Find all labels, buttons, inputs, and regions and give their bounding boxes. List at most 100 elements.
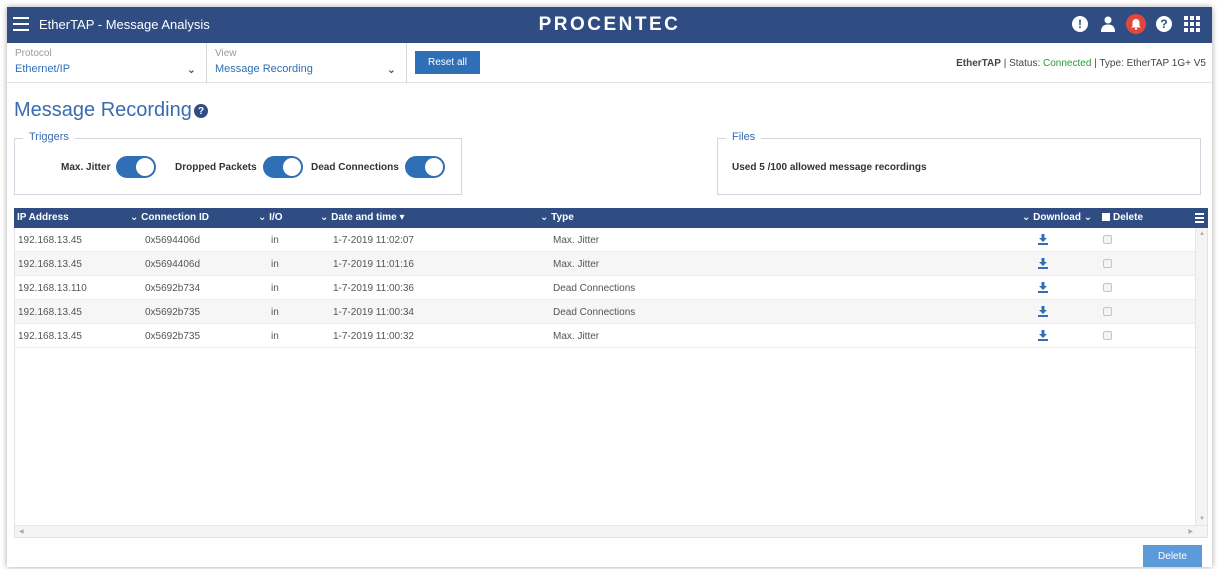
table-row[interactable]: 192.168.13.45 0x5694406d in 1-7-2019 11:… — [15, 252, 1195, 276]
table-row[interactable]: 192.168.13.45 0x5694406d in 1-7-2019 11:… — [15, 228, 1195, 252]
cell-connection-id: 0x5692b735 — [145, 331, 201, 342]
help-icon[interactable]: ? — [1154, 14, 1174, 34]
cell-ip: 192.168.13.45 — [18, 307, 82, 318]
chevron-down-icon: ⌄ — [1022, 212, 1034, 223]
scroll-down-icon[interactable]: ▼ — [1199, 516, 1205, 522]
cell-type: Max. Jitter — [553, 331, 600, 342]
cell-io: in — [271, 235, 279, 246]
download-icon[interactable] — [1038, 306, 1048, 317]
column-type[interactable]: ⌄ Type — [540, 212, 574, 223]
scroll-left-icon[interactable]: ◀ — [19, 528, 24, 535]
cell-date: 1-7-2019 11:02:07 — [333, 235, 414, 246]
delete-checkbox[interactable] — [1103, 259, 1112, 268]
cell-io: in — [271, 259, 279, 270]
chevron-down-icon: ⌄ — [320, 212, 332, 223]
chevron-down-icon: ⌄ — [1080, 212, 1093, 223]
files-legend: Files — [726, 131, 762, 143]
table-row[interactable]: 192.168.13.45 0x5692b735 in 1-7-2019 11:… — [15, 300, 1195, 324]
column-ip-address[interactable]: IP Address — [17, 212, 69, 223]
triggers-panel: Triggers Max. Jitter Dropped Packets Dea… — [14, 131, 462, 195]
reset-all-button[interactable]: Reset all — [415, 51, 480, 74]
delete-button[interactable]: Delete — [1143, 545, 1202, 567]
toggle-switch[interactable] — [404, 156, 445, 178]
protocol-select[interactable]: Protocol Ethernet/IP ⌄ — [7, 43, 207, 83]
protocol-value: Ethernet/IP — [15, 63, 71, 75]
help-icon[interactable]: ? — [194, 104, 208, 118]
chevron-down-icon: ⌄ — [540, 212, 552, 223]
table-row[interactable]: 192.168.13.45 0x5692b735 in 1-7-2019 11:… — [15, 324, 1195, 348]
chevron-down-icon: ⌄ — [258, 212, 270, 223]
download-icon[interactable] — [1038, 330, 1048, 341]
triggers-legend: Triggers — [23, 131, 75, 143]
bell-icon[interactable] — [1126, 14, 1146, 34]
table-header: IP Address ⌄ Connection ID ⌄ I/O ⌄ Date … — [14, 208, 1208, 228]
view-label: View — [215, 48, 237, 59]
delete-checkbox[interactable] — [1103, 235, 1112, 244]
cell-io: in — [271, 331, 279, 342]
trigger-max-jitter: Max. Jitter — [61, 156, 157, 178]
trigger-label: Dead Connections — [311, 161, 399, 173]
download-icon[interactable] — [1038, 258, 1048, 269]
cell-type: Max. Jitter — [553, 235, 600, 246]
column-download[interactable]: ⌄ Download ⌄ — [1022, 212, 1092, 223]
hamburger-menu-icon[interactable] — [13, 17, 29, 31]
column-menu-icon[interactable] — [1195, 213, 1204, 225]
horizontal-scrollbar[interactable]: ◀ ▶ — [15, 525, 1207, 537]
table-row[interactable]: 192.168.13.110 0x5692b734 in 1-7-2019 11… — [15, 276, 1195, 300]
column-label: Download — [1033, 212, 1081, 223]
column-connection-id[interactable]: ⌄ Connection ID — [130, 212, 209, 223]
cell-type: Dead Connections — [553, 283, 636, 294]
cell-date: 1-7-2019 11:01:16 — [333, 259, 414, 270]
column-io[interactable]: ⌄ I/O — [258, 212, 283, 223]
toolbar: Protocol Ethernet/IP ⌄ View Message Reco… — [7, 43, 1212, 83]
device-name: EtherTAP — [956, 58, 1001, 69]
toggle-switch[interactable] — [262, 156, 303, 178]
device-type: | Type: EtherTAP 1G+ V5 — [1091, 58, 1206, 69]
top-icons: ! ? — [1070, 14, 1202, 34]
cell-ip: 192.168.13.45 — [18, 331, 82, 342]
table-body: 192.168.13.45 0x5694406d in 1-7-2019 11:… — [14, 228, 1208, 538]
page-title: Message Recording — [14, 99, 192, 121]
scroll-right-icon[interactable]: ▶ — [1188, 528, 1193, 535]
delete-checkbox[interactable] — [1103, 331, 1112, 340]
view-value: Message Recording — [215, 63, 313, 75]
alert-icon[interactable]: ! — [1070, 14, 1090, 34]
chevron-down-icon: ⌄ — [130, 212, 142, 223]
cell-connection-id: 0x5694406d — [145, 259, 201, 270]
delete-checkbox[interactable] — [1103, 307, 1112, 316]
chevron-down-icon: ⌄ — [186, 64, 196, 76]
files-panel: Files Used 5 /100 allowed message record… — [717, 131, 1201, 195]
user-icon[interactable] — [1098, 14, 1118, 34]
status-prefix: | Status: — [1000, 58, 1044, 69]
cell-date: 1-7-2019 11:00:32 — [333, 331, 414, 342]
column-date-time[interactable]: ⌄ Date and time ▾ — [320, 212, 405, 223]
toggle-switch[interactable] — [116, 156, 157, 178]
cell-type: Max. Jitter — [553, 259, 600, 270]
apps-grid-icon[interactable] — [1182, 14, 1202, 34]
cell-connection-id: 0x5692b735 — [145, 307, 201, 318]
trigger-label: Max. Jitter — [61, 161, 111, 173]
cell-connection-id: 0x5692b734 — [145, 283, 201, 294]
app-window: EtherTAP - Message Analysis PROCENTEC ! … — [7, 7, 1212, 567]
delete-checkbox[interactable] — [1103, 283, 1112, 292]
cell-io: in — [271, 283, 279, 294]
vertical-scrollbar[interactable]: ▲ ▼ — [1195, 228, 1207, 537]
view-select[interactable]: View Message Recording ⌄ — [207, 43, 407, 83]
download-icon[interactable] — [1038, 234, 1048, 245]
select-all-checkbox[interactable] — [1102, 213, 1110, 221]
cell-ip: 192.168.13.45 — [18, 259, 82, 270]
download-icon[interactable] — [1038, 282, 1048, 293]
scroll-up-icon[interactable]: ▲ — [1199, 231, 1205, 237]
trigger-label: Dropped Packets — [175, 161, 257, 173]
chevron-down-icon: ⌄ — [386, 64, 396, 76]
cell-date: 1-7-2019 11:00:36 — [333, 283, 414, 294]
trigger-dropped-packets: Dropped Packets — [175, 156, 303, 178]
sort-desc-icon: ▾ — [396, 212, 405, 223]
column-label: Type — [551, 212, 574, 223]
column-label: Delete — [1113, 212, 1144, 223]
column-label: Date and time — [331, 212, 397, 223]
app-title: EtherTAP - Message Analysis — [39, 17, 210, 32]
cell-io: in — [271, 307, 279, 318]
column-delete[interactable]: Delete — [1102, 212, 1143, 223]
connection-status: EtherTAP | Status: Connected | Type: Eth… — [956, 58, 1206, 69]
